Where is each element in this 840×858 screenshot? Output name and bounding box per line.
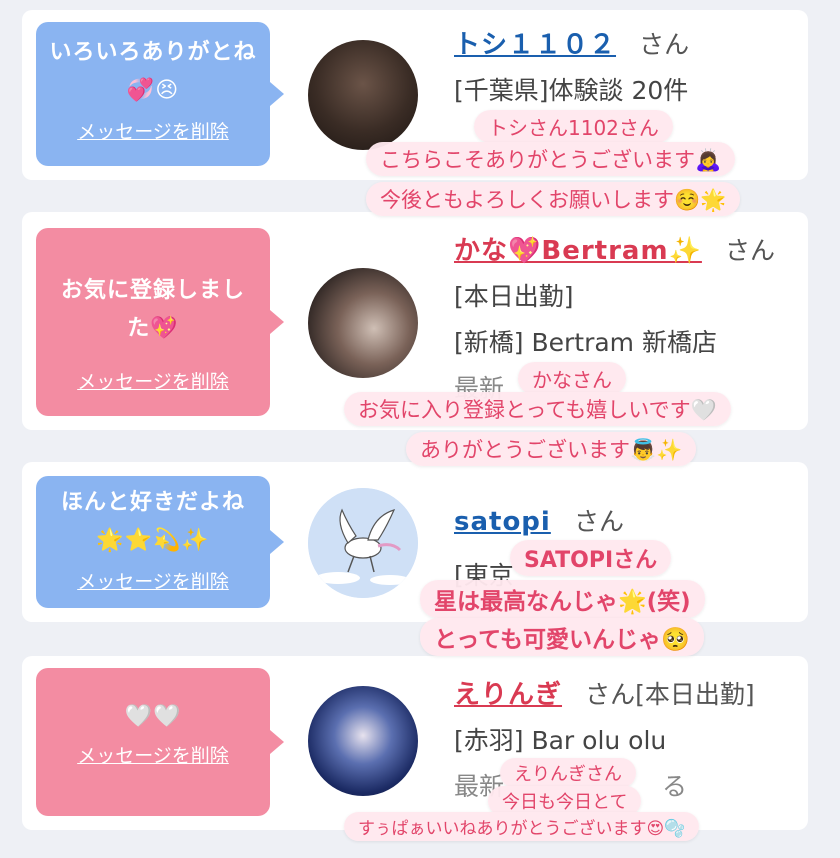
overlay-caption: 星は最高なんじゃ🌟(笑) (420, 580, 705, 618)
honorific: さん (573, 507, 624, 536)
username-link[interactable]: satopi (454, 507, 551, 537)
username-link[interactable]: トシ１１０２ (454, 30, 616, 60)
avatar[interactable] (308, 488, 418, 598)
avatar[interactable] (308, 40, 418, 150)
overlay-caption: こちらこそありがとうございます🙇‍♀️ (366, 142, 736, 176)
avatar[interactable] (308, 268, 418, 378)
delete-message-link[interactable]: メッセージを削除 (36, 567, 270, 594)
message-text: お気に登録しました💖 (60, 278, 245, 341)
message-card-4: 🤍🤍 メッセージを削除 えりんぎ さん[本日出勤] [赤羽] Bar olu o… (22, 656, 808, 830)
message-bubble: ほんと好きだよね🌟⭐💫✨ メッセージを削除 (36, 476, 284, 608)
status-line: [本日出勤] (454, 282, 574, 311)
username-link[interactable]: かな💖Bertram✨ (454, 236, 702, 266)
overlay-caption: かなさん (518, 362, 626, 395)
shop-line: [赤羽] Bar olu olu (454, 726, 667, 755)
overlay-caption: トシさん1102さん (474, 110, 673, 143)
profile-line: [千葉県]体験談 20件 (454, 76, 689, 105)
delete-message-link[interactable]: メッセージを削除 (36, 117, 270, 144)
pegasus-icon (308, 488, 418, 598)
honorific: さん (639, 30, 690, 59)
honorific: さん (725, 236, 776, 265)
profile-line-end: る (661, 772, 687, 801)
message-bubble: お気に登録しました💖 メッセージを削除 (36, 228, 284, 416)
overlay-caption: お気に入り登録とっても嬉しいです🤍 (344, 392, 731, 426)
delete-message-link[interactable]: メッセージを削除 (36, 367, 270, 394)
shop-line: [新橋] Bertram 新橋店 (454, 328, 717, 357)
overlay-caption: ありがとうございます👼✨ (406, 432, 697, 466)
message-text: いろいろありがとね💞😣 (49, 40, 257, 103)
honorific: さん[本日出勤] (585, 680, 755, 709)
username-link[interactable]: えりんぎ (454, 680, 562, 710)
overlay-caption: とっても可愛いんじゃ🥺 (420, 618, 704, 656)
avatar[interactable] (308, 686, 418, 796)
message-text: 🤍🤍 (124, 704, 182, 729)
message-text: ほんと好きだよね🌟⭐💫✨ (60, 490, 245, 553)
overlay-caption: SATOPIさん (510, 540, 672, 576)
overlay-caption: 今後ともよろしくお願いします☺️🌟 (366, 182, 741, 216)
delete-message-link[interactable]: メッセージを削除 (36, 741, 270, 768)
overlay-caption: えりんぎさん (500, 758, 636, 788)
message-bubble: いろいろありがとね💞😣 メッセージを削除 (36, 22, 284, 166)
overlay-caption: すぅぱぁいいねありがとうございます😍🫧 (344, 812, 700, 841)
message-bubble: 🤍🤍 メッセージを削除 (36, 668, 284, 816)
